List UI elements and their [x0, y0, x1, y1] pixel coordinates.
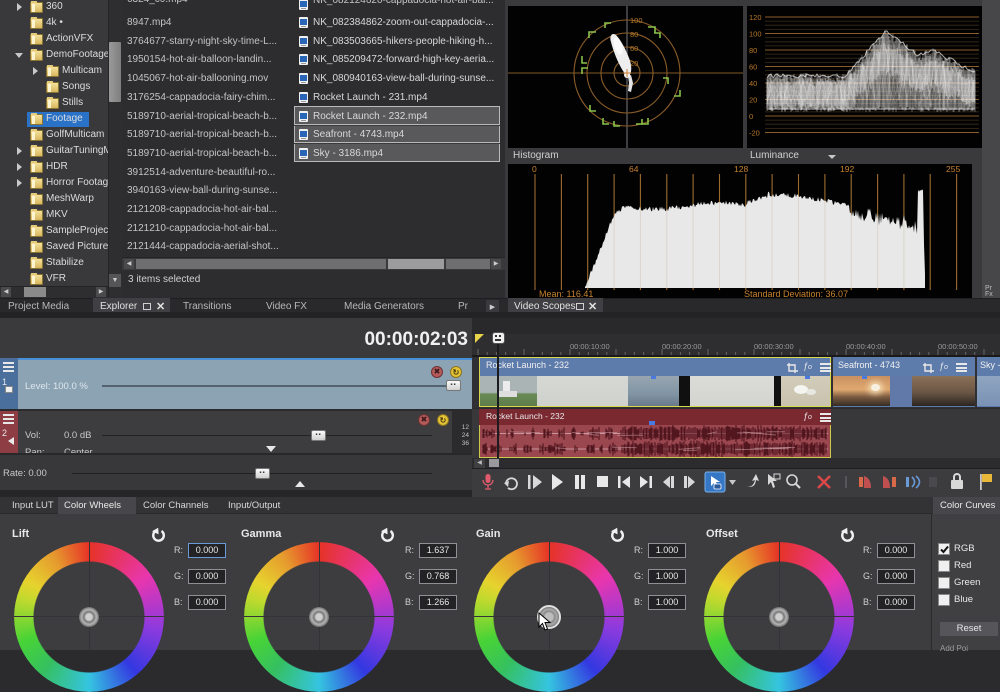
svg-text:192: 192: [840, 164, 854, 174]
svg-text:128: 128: [734, 164, 748, 174]
svg-text:60: 60: [749, 63, 757, 72]
svg-text:100: 100: [749, 30, 762, 39]
svg-text:120: 120: [749, 13, 762, 22]
svg-text:80: 80: [749, 46, 757, 55]
svg-text:0: 0: [532, 164, 537, 174]
svg-text:-20: -20: [749, 129, 760, 138]
svg-text:64: 64: [629, 164, 639, 174]
svg-text:20: 20: [749, 96, 757, 105]
svg-text:20: 20: [630, 59, 638, 68]
svg-text:100: 100: [630, 16, 643, 25]
svg-text:255: 255: [946, 164, 960, 174]
svg-text:60: 60: [630, 44, 638, 53]
svg-text:40: 40: [749, 79, 757, 88]
svg-text:80: 80: [630, 30, 638, 39]
svg-text:0: 0: [749, 112, 753, 121]
